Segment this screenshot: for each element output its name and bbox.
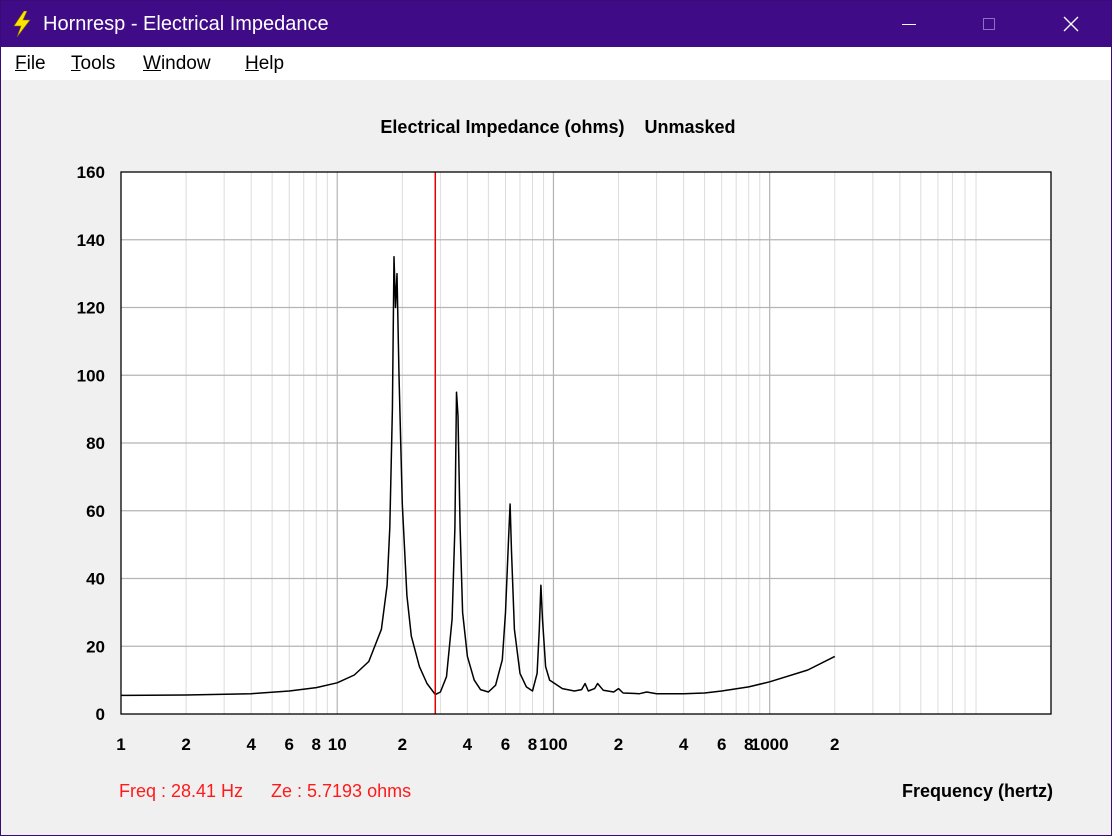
menu-file[interactable]: File — [15, 53, 46, 75]
minimize-icon — [902, 24, 916, 25]
y-tick-label: 120 — [77, 299, 105, 318]
hornresp-window: Hornresp - Electrical Impedance File Too… — [0, 0, 1112, 836]
close-button[interactable] — [1031, 1, 1111, 47]
y-tick-label: 100 — [77, 366, 105, 385]
menu-file-rest: ile — [26, 53, 46, 74]
y-tick-label: 20 — [86, 637, 105, 656]
menu-window-rest: indow — [160, 53, 211, 74]
menu-file-accel: F — [15, 53, 27, 74]
x-tick-label: 4 — [679, 735, 689, 754]
x-tick-label: 6 — [717, 735, 726, 754]
x-tick-label: 4 — [463, 735, 473, 754]
ze-readout: Ze : 5.7193 ohms — [271, 781, 412, 801]
x-tick-label: 2 — [181, 735, 190, 754]
x-tick-label: 8 — [528, 735, 537, 754]
chart-title: Electrical Impedance (ohms) Unmasked — [380, 117, 735, 137]
x-axis-ticks: 1 2 4 6 8 10 2 4 6 8 100 2 4 6 81000 2 — [116, 735, 839, 754]
x-axis-label: Frequency (hertz) — [901, 781, 1053, 801]
chart-title-main: Electrical Impedance (ohms) — [380, 117, 624, 137]
lightning-bolt-icon — [13, 11, 31, 37]
x-tick-label: 6 — [501, 735, 510, 754]
x-tick-label: 8 — [312, 735, 321, 754]
x-tick-label: 1000 — [751, 735, 789, 754]
menu-tools-rest: ools — [80, 53, 116, 74]
menu-window-accel: W — [143, 53, 161, 74]
maximize-button[interactable] — [949, 1, 1029, 47]
minimize-button[interactable] — [869, 1, 949, 47]
menu-help-accel: H — [245, 53, 259, 74]
y-tick-label: 60 — [86, 502, 105, 521]
x-tick-label: 100 — [539, 735, 567, 754]
menu-bar: File Tools Window Help — [1, 47, 1111, 80]
maximize-icon — [983, 18, 995, 30]
y-tick-label: 80 — [86, 434, 105, 453]
impedance-chart[interactable]: Electrical Impedance (ohms) Unmasked 0 20 4… — [1, 80, 1111, 780]
x-tick-label: 10 — [328, 735, 347, 754]
window-title: Hornresp - Electrical Impedance — [43, 13, 329, 35]
menu-help[interactable]: Help — [245, 53, 284, 75]
menu-help-rest: elp — [258, 53, 285, 74]
y-tick-label: 0 — [96, 705, 105, 724]
x-tick-label: 2 — [830, 735, 839, 754]
y-tick-label: 160 — [77, 163, 105, 182]
chart-mask-status: Unmasked — [645, 117, 736, 137]
chart-area: Electrical Impedance (ohms) Unmasked 0 20 4… — [1, 80, 1111, 835]
freq-readout: Freq : 28.41 Hz — [119, 781, 244, 801]
x-tick-label: 6 — [285, 735, 294, 754]
y-tick-label: 40 — [86, 570, 105, 589]
menu-tools-accel: T — [71, 53, 81, 74]
x-tick-label: 1 — [116, 735, 125, 754]
x-tick-label: 4 — [246, 735, 256, 754]
menu-tools[interactable]: Tools — [71, 53, 115, 75]
y-tick-label: 140 — [77, 231, 105, 250]
close-icon — [1063, 16, 1079, 32]
title-bar[interactable]: Hornresp - Electrical Impedance — [1, 1, 1111, 47]
y-axis-ticks: 0 20 40 60 80 100 120 140 160 — [77, 163, 105, 724]
menu-window[interactable]: Window — [143, 53, 211, 75]
x-tick-label: 2 — [614, 735, 623, 754]
x-tick-label: 2 — [398, 735, 407, 754]
